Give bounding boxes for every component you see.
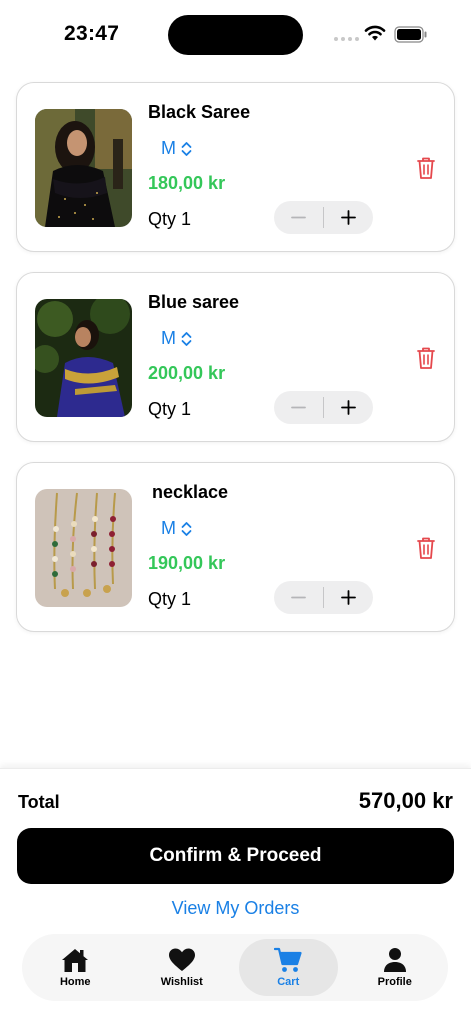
delete-button[interactable] xyxy=(416,346,436,370)
tab-label: Home xyxy=(59,976,91,988)
quantity-stepper xyxy=(274,391,373,424)
cart-icon xyxy=(274,947,302,972)
product-image[interactable] xyxy=(35,489,132,607)
total-label: Total xyxy=(18,792,60,812)
chevron-up-down-icon xyxy=(181,331,192,346)
wifi-icon xyxy=(364,25,386,41)
quantity-stepper xyxy=(274,581,373,614)
quantity-stepper xyxy=(274,201,373,234)
decrement-button[interactable] xyxy=(274,391,323,424)
heart-icon xyxy=(168,948,195,971)
dynamic-island xyxy=(168,15,303,55)
plus-icon xyxy=(341,590,356,605)
tab-bar: Home Wishlist Cart Profile xyxy=(22,934,448,1001)
product-name: Black Saree xyxy=(148,102,251,122)
size-picker[interactable]: M xyxy=(161,328,192,349)
delete-button[interactable] xyxy=(416,536,436,560)
person-icon xyxy=(383,948,406,972)
status-bar: 23:47 xyxy=(0,0,471,70)
chevron-up-down-icon xyxy=(181,141,192,156)
confirm-proceed-button[interactable]: Confirm & Proceed xyxy=(17,828,454,884)
plus-icon xyxy=(341,400,356,415)
increment-button[interactable] xyxy=(324,581,373,614)
tab-wishlist[interactable]: Wishlist xyxy=(133,939,232,996)
delete-button[interactable] xyxy=(416,156,436,180)
trash-icon xyxy=(417,537,435,559)
tab-profile[interactable]: Profile xyxy=(346,939,445,996)
minus-icon xyxy=(291,406,306,409)
size-value: M xyxy=(161,518,176,538)
cart-item-card: Blue saree M 200,00 kr Qty 1 xyxy=(16,272,455,442)
cart-item-card: Black Saree M 180,00 kr Qty 1 xyxy=(16,82,455,252)
tab-label: Cart xyxy=(277,976,300,988)
tab-label: Wishlist xyxy=(160,976,203,988)
product-price: 180,00 kr xyxy=(148,173,226,193)
product-image[interactable] xyxy=(35,109,132,227)
product-image[interactable] xyxy=(35,299,132,417)
trash-icon xyxy=(417,157,435,179)
quantity-label: Qty 1 xyxy=(148,209,192,229)
plus-icon xyxy=(341,210,356,225)
minus-icon xyxy=(291,216,306,219)
product-price: 190,00 kr xyxy=(148,553,226,573)
decrement-button[interactable] xyxy=(274,581,323,614)
tab-cart[interactable]: Cart xyxy=(239,939,338,996)
status-time: 23:47 xyxy=(64,22,120,45)
size-picker[interactable]: M xyxy=(161,518,192,539)
minus-icon xyxy=(291,596,306,599)
total-value: 570,00 kr xyxy=(358,788,453,813)
size-value: M xyxy=(161,138,176,158)
trash-icon xyxy=(417,347,435,369)
signal-icon xyxy=(334,37,359,41)
cart-list: Black Saree M 180,00 kr Qty 1 Blue saree… xyxy=(16,82,455,652)
quantity-label: Qty 1 xyxy=(148,589,192,609)
tab-home[interactable]: Home xyxy=(26,939,125,996)
quantity-label: Qty 1 xyxy=(148,399,192,419)
size-picker[interactable]: M xyxy=(161,138,192,159)
product-price: 200,00 kr xyxy=(148,363,226,383)
view-orders-link[interactable]: View My Orders xyxy=(0,898,471,919)
size-value: M xyxy=(161,328,176,348)
decrement-button[interactable] xyxy=(274,201,323,234)
tab-label: Profile xyxy=(377,976,412,988)
increment-button[interactable] xyxy=(324,391,373,424)
battery-icon xyxy=(394,26,427,43)
chevron-up-down-icon xyxy=(181,521,192,536)
cart-item-card: necklace M 190,00 kr Qty 1 xyxy=(16,462,455,632)
product-name: Blue saree xyxy=(148,292,240,312)
increment-button[interactable] xyxy=(324,201,373,234)
house-icon xyxy=(62,949,89,972)
product-name: necklace xyxy=(152,482,229,502)
